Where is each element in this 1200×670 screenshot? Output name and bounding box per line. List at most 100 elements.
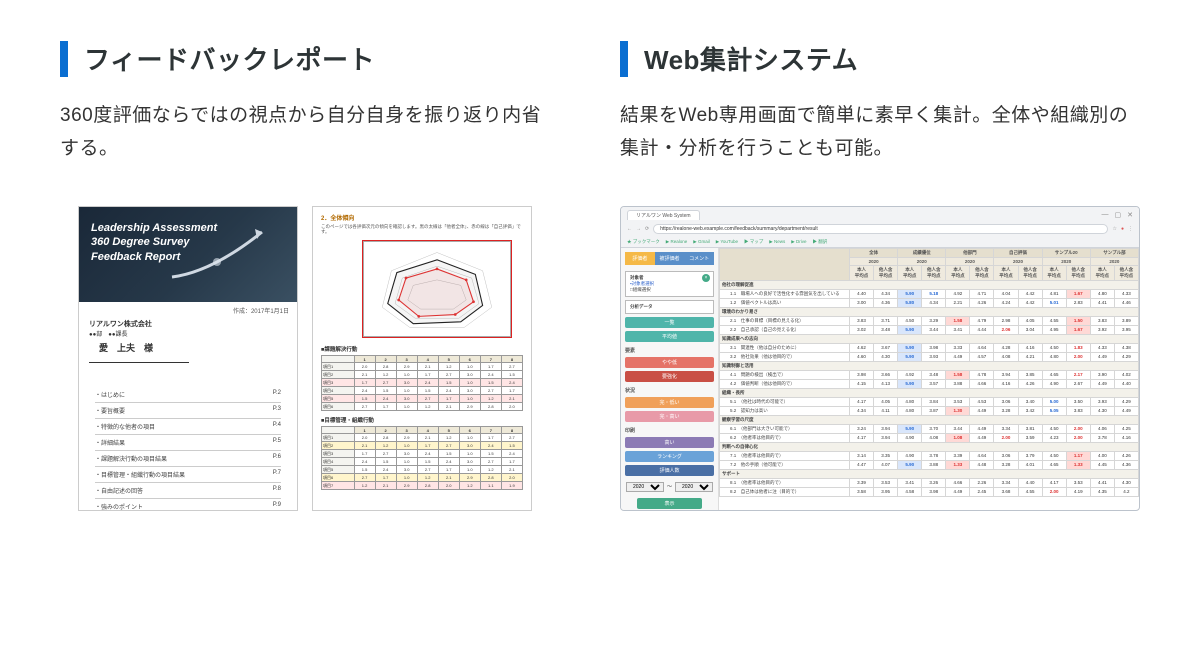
title-right: Web集計システム [644, 40, 858, 77]
table-category-row: サポート [720, 469, 1139, 478]
table-category-row: 環境のわかり易さ [720, 307, 1139, 316]
bookmark-item[interactable]: ▶ YouTube [716, 239, 738, 245]
close-icon[interactable]: ✕ [1127, 211, 1133, 219]
arrow-graphic-icon [167, 217, 287, 287]
sidebar-btn-high[interactable]: 高い [625, 437, 714, 448]
browser-tab[interactable]: リアルワン Web System [627, 210, 700, 220]
sidebar-btn-stlow[interactable]: 完・低い [625, 397, 714, 408]
cover-toc: はじめにP.2要旨概要P.3特徴的な他者の項目P.4詳細結果P.5課題解決行動の… [79, 363, 297, 511]
bookmark-item[interactable]: ▶ News [769, 239, 785, 245]
table-row: 6.2 （他者率は他目的で）4.173.944.904.081.084.492.… [720, 433, 1139, 442]
year-from[interactable]: 2020 [626, 482, 664, 492]
sidebar-h-status: 状況 [625, 387, 714, 394]
bookmark-item[interactable]: ▶ 翻訳 [812, 239, 827, 245]
year-to[interactable]: 2020 [675, 482, 713, 492]
radar-chart [363, 241, 511, 337]
sidebar-btn-avg[interactable]: 平均値 [625, 331, 714, 342]
heading-right: Web集計システム [620, 40, 1140, 77]
table-row: 2.1 仕事の目標（目標の見える化）3.833.714.503.291.584.… [720, 316, 1139, 325]
accent-bar-icon [60, 41, 68, 77]
table-row: 3.1 関連性（他は自分のために）4.623.675.903.983.334.6… [720, 343, 1139, 352]
table-row: 8.2 自己体は他者に注（目的で）3.583.954.583.984.492.4… [720, 487, 1139, 496]
bookmark-item[interactable]: ▶ マップ [744, 239, 763, 245]
cover-company: リアルワン株式会社 [79, 317, 297, 329]
sidebar-box-target: × 対象者 ▪対象者選択 □組織選択 [625, 271, 714, 297]
sidebar: 評価者 被評価者 コメント × 対象者 ▪対象者選択 □組織選択 分析データ 一… [621, 248, 719, 511]
cover-hero: Leadership Assessment 360 Degree Survey … [79, 207, 297, 302]
bookmark-item[interactable]: ▶ Gmail [693, 239, 709, 245]
sidebar-opt-2[interactable]: □組織選択 [630, 287, 709, 293]
report-page-summary: 2．全体傾向 このページでは各評価次元の傾向を確認します。黒の太線は「他者全体」… [312, 206, 532, 511]
sidebar-btn-low[interactable]: やや低 [625, 357, 714, 368]
sidebar-h-print: 印刷 [625, 427, 714, 434]
browser-window: リアルワン Web System — ▢ ✕ ← → ⟳ https://rea… [620, 206, 1140, 511]
table-category-row: 他社の理解促進 [720, 280, 1139, 289]
sidebar-tab-1[interactable]: 評価者 [625, 252, 655, 265]
sidebar-btn-sthi[interactable]: 完・高い [625, 411, 714, 422]
bookmark-item[interactable]: ★ ブックマーク [627, 239, 660, 245]
browser-chrome: リアルワン Web System — ▢ ✕ ← → ⟳ https://rea… [621, 207, 1139, 248]
desc-right: 結果をWeb専用画面で簡単に素早く集計。全体や組織別の集計・分析を行うことも可能… [620, 99, 1140, 166]
table-category-row: 観察学習の尺度 [720, 415, 1139, 424]
close-panel-icon[interactable]: × [702, 274, 710, 282]
feature-feedback-report: フィードバックレポート 360度評価ならではの視点から自分自身を振り返り内省する… [60, 40, 550, 511]
report-page-cover: Leadership Assessment 360 Degree Survey … [78, 206, 298, 511]
accent-bar-icon [620, 41, 628, 77]
table-row: 1.2 価値ベクトルは高い3.004.365.804.342.214.264.2… [720, 298, 1139, 307]
nav-fwd-icon[interactable]: → [636, 226, 641, 232]
sidebar-btn-count[interactable]: 評価人数 [625, 465, 714, 476]
sidebar-btn-need[interactable]: 要強化 [625, 371, 714, 382]
table-row: 1.1 職場人への良好で活性化する雰囲気を出している4.404.345.905.… [720, 289, 1139, 298]
bookmark-item[interactable]: ▶ Realone [666, 239, 687, 245]
bookmark-item[interactable]: ▶ Drive [791, 239, 806, 245]
toc-row: 詳細結果P.5 [95, 435, 281, 451]
bookmarks-bar: ★ ブックマーク ▶ Realone ▶ Gmail ▶ YouTube ▶ マップ ▶ … [621, 237, 1139, 247]
cover-name: 愛 上夫 様 [89, 338, 189, 363]
toc-row: 課題解決行動の項目結果P.6 [95, 451, 281, 467]
toc-row: 自由記述の回答P.8 [95, 483, 281, 499]
table-row: 5.2 認知力は高い4.344.114.803.871.304.493.283.… [720, 406, 1139, 415]
toc-row: 特徴的な他者の項目P.4 [95, 419, 281, 435]
table-category-row: 知識制御と活用 [720, 361, 1139, 370]
title-left: フィードバックレポート [84, 40, 375, 77]
toc-row: はじめにP.2 [95, 387, 281, 403]
apply-button[interactable]: 表示 [637, 498, 702, 509]
summary-table: 全体成績優位他部門自己評価サンプル20サンプル部2020202020202020… [719, 248, 1139, 497]
sidebar-tab-2[interactable]: 被評価者 [655, 252, 685, 265]
sidebar-btn-rank[interactable]: ランキング [625, 451, 714, 462]
table-row: 7.2 他の手順（他可能で）4.474.075.903.881.334.483.… [720, 460, 1139, 469]
table-category-row: 判断への自律心化 [720, 442, 1139, 451]
page2-note: このページでは各評価次元の傾向を確認します。黒の太線は「他者全体」、赤の線は「自… [313, 224, 531, 240]
heading-left: フィードバックレポート [60, 40, 550, 77]
table-row: 2.2 自己承認（自己の見える化）3.023.485.903.443.414.4… [720, 325, 1139, 334]
star-icon[interactable]: ☆ [1112, 226, 1116, 232]
table-category-row: 知識成果への志向 [720, 334, 1139, 343]
window-controls: — ▢ ✕ [1102, 211, 1134, 219]
page2-sec2: ■目標管理・組織行動 [313, 414, 531, 424]
table-category-row: 組織・長所 [720, 388, 1139, 397]
nav-back-icon[interactable]: ← [627, 226, 632, 232]
menu-icon[interactable]: ⋮ [1128, 226, 1133, 232]
report-thumbnails: Leadership Assessment 360 Degree Survey … [60, 206, 550, 511]
toc-row: 強みのポイントP.9 [95, 499, 281, 511]
mini-table-2: 12345678項目12.02.82.92.11.21.01.72.7項目22.… [321, 426, 523, 490]
toc-row: 目標管理・組織行動の項目結果P.7 [95, 467, 281, 483]
page2-sec1: ■課題解決行動 [313, 343, 531, 353]
table-row: 6.1 （他部門は大きい可能で）3.243.945.903.703.444.49… [720, 424, 1139, 433]
table-row: 7.1 （他者率は他目的で）3.143.354.903.783.394.643.… [720, 451, 1139, 460]
profile-icon[interactable]: ● [1121, 226, 1124, 232]
sidebar-tab-3[interactable]: コメント [684, 252, 714, 265]
table-row: 5.1 （他社は時代の可能で）4.174.054.803.843.534.533… [720, 397, 1139, 406]
address-bar[interactable]: https://realone-web.example.com/feedback… [653, 224, 1108, 234]
sidebar-box2-title: 分析データ [630, 304, 709, 310]
table-row: 8.1 （他者率は他目的で）3.393.533.413.264.662.263.… [720, 478, 1139, 487]
sidebar-btn-list[interactable]: 一覧 [625, 317, 714, 328]
feature-web-system: Web集計システム 結果をWeb専用画面で簡単に素早く集計。全体や組織別の集計・… [620, 40, 1140, 511]
cover-date: 作成：2017年1月1日 [79, 302, 297, 317]
minimize-icon[interactable]: — [1102, 211, 1109, 219]
toc-row: 要旨概要P.3 [95, 403, 281, 419]
maximize-icon[interactable]: ▢ [1115, 211, 1122, 219]
nav-reload-icon[interactable]: ⟳ [645, 226, 649, 232]
mini-table-1: 12345678項目12.02.82.92.11.21.01.72.7項目22.… [321, 355, 523, 411]
sidebar-h-elements: 要素 [625, 347, 714, 354]
